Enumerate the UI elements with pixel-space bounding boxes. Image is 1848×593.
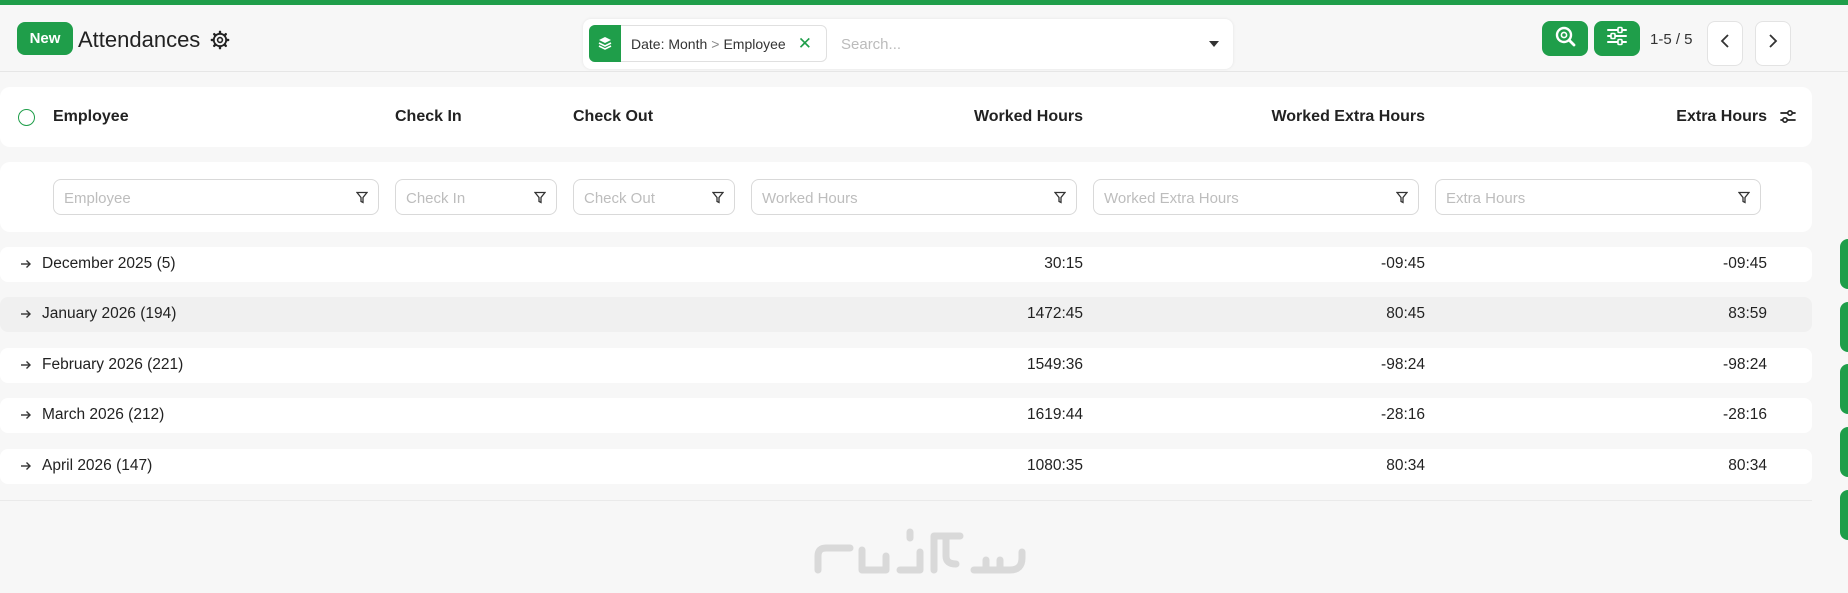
filter-check-in[interactable]: [395, 179, 557, 215]
arrow-right-icon: [20, 307, 32, 325]
group-label: March 2026 (212): [42, 406, 165, 423]
funnel-icon[interactable]: [711, 191, 725, 209]
group-row-march-2026[interactable]: March 2026 (212) 1619:44 -28:16 -28:16: [0, 398, 1812, 433]
filter-extra-hours-input[interactable]: [1446, 187, 1730, 209]
group-label: February 2026 (221): [42, 356, 184, 373]
filter-worked-hours-input[interactable]: [762, 187, 1046, 209]
side-tab[interactable]: [1840, 239, 1848, 289]
group-label: December 2025 (5): [42, 255, 176, 272]
column-filter-row: [0, 162, 1812, 232]
page-title: Attendances: [78, 27, 201, 52]
arrow-right-icon: [20, 408, 32, 426]
filters-panel-button[interactable]: [1594, 21, 1640, 56]
watermark-logo: [810, 526, 1038, 583]
group-extra-hours: 80:34: [1728, 457, 1767, 474]
group-worked-hours: 1619:44: [1026, 406, 1083, 423]
side-tab[interactable]: [1840, 427, 1848, 477]
search-facet[interactable]: Date: Month > Employee ✕: [589, 24, 827, 62]
side-tab[interactable]: [1840, 364, 1848, 414]
arrow-right-icon: [20, 358, 32, 376]
search-input[interactable]: [841, 29, 1181, 59]
control-panel: New Attendances Date: Month > Employee ✕…: [0, 5, 1848, 72]
group-row-february-2026[interactable]: February 2026 (221) 1549:36 -98:24 -98:2…: [0, 348, 1812, 383]
chevron-right-icon: [1768, 33, 1778, 54]
column-header-check-in[interactable]: Check In: [395, 108, 462, 126]
filter-worked-hours[interactable]: [751, 179, 1077, 215]
table-header: Employee Check In Check Out Worked Hours…: [0, 87, 1812, 147]
arrow-right-icon: [20, 459, 32, 477]
group-worked-extra-hours: 80:45: [1386, 305, 1425, 322]
group-worked-extra-hours: 80:34: [1386, 457, 1425, 474]
chevron-left-icon: [1720, 33, 1730, 54]
side-tab[interactable]: [1840, 490, 1848, 540]
column-header-worked-extra-hours[interactable]: Worked Extra Hours: [1200, 108, 1425, 126]
search-bar: Date: Month > Employee ✕: [583, 19, 1233, 69]
group-worked-extra-hours: -28:16: [1381, 406, 1425, 423]
column-header-employee[interactable]: Employee: [53, 108, 129, 126]
arrow-right-icon: [20, 257, 32, 275]
close-icon[interactable]: ✕: [798, 34, 812, 54]
group-extra-hours: 83:59: [1728, 305, 1767, 322]
facet-value: Employee: [723, 35, 786, 52]
filter-employee[interactable]: [53, 179, 379, 215]
funnel-icon[interactable]: [1737, 191, 1751, 209]
column-header-extra-hours[interactable]: Extra Hours: [1600, 108, 1767, 126]
pager-next-button[interactable]: [1755, 21, 1791, 66]
chevron-down-icon[interactable]: [1209, 41, 1219, 47]
pager-value[interactable]: 1-5 / 5: [1650, 31, 1693, 48]
filter-check-out[interactable]: [573, 179, 735, 215]
layers-icon: [589, 24, 621, 62]
search-panel-button[interactable]: [1542, 21, 1588, 56]
filter-employee-input[interactable]: [64, 187, 348, 209]
group-worked-hours: 1080:35: [1026, 457, 1083, 474]
group-worked-hours: 30:15: [1044, 255, 1083, 272]
column-header-worked-hours[interactable]: Worked Hours: [900, 108, 1083, 126]
facet-separator: >: [711, 35, 720, 52]
group-row-april-2026[interactable]: April 2026 (147) 1080:35 80:34 80:34: [0, 449, 1812, 484]
filter-check-out-input[interactable]: [584, 187, 704, 209]
funnel-icon[interactable]: [1395, 191, 1409, 209]
group-extra-hours: -09:45: [1723, 255, 1767, 272]
group-label: January 2026 (194): [42, 305, 177, 322]
filter-worked-extra-hours[interactable]: [1093, 179, 1419, 215]
group-row-january-2026[interactable]: January 2026 (194) 1472:45 80:45 83:59: [0, 297, 1812, 332]
pager-previous-button[interactable]: [1707, 21, 1743, 66]
sliders-icon: [1606, 26, 1628, 51]
group-worked-extra-hours: -98:24: [1381, 356, 1425, 373]
filter-extra-hours[interactable]: [1435, 179, 1761, 215]
group-label: April 2026 (147): [42, 457, 153, 474]
facet-label: Date: Month > Employee: [631, 36, 786, 52]
filter-check-in-input[interactable]: [406, 187, 526, 209]
group-worked-hours: 1472:45: [1026, 305, 1083, 322]
group-worked-extra-hours: -09:45: [1381, 255, 1425, 272]
table-bottom-divider: [0, 500, 1812, 501]
funnel-icon[interactable]: [1053, 191, 1067, 209]
funnel-icon[interactable]: [355, 191, 369, 209]
select-all-checkbox[interactable]: [18, 109, 35, 126]
facet-field: Date: Month: [631, 35, 708, 52]
group-worked-hours: 1549:36: [1026, 356, 1083, 373]
gear-icon[interactable]: [210, 30, 230, 50]
group-row-december-2025[interactable]: December 2025 (5) 30:15 -09:45 -09:45: [0, 247, 1812, 282]
column-header-check-out[interactable]: Check Out: [573, 108, 653, 126]
group-extra-hours: -28:16: [1723, 406, 1767, 423]
search-zoom-icon: [1554, 25, 1576, 52]
side-tab[interactable]: [1840, 302, 1848, 352]
group-extra-hours: -98:24: [1723, 356, 1767, 373]
funnel-icon[interactable]: [533, 191, 547, 209]
new-button[interactable]: New: [17, 22, 73, 55]
filter-worked-extra-hours-input[interactable]: [1104, 187, 1388, 209]
column-settings-icon[interactable]: [1780, 109, 1796, 130]
